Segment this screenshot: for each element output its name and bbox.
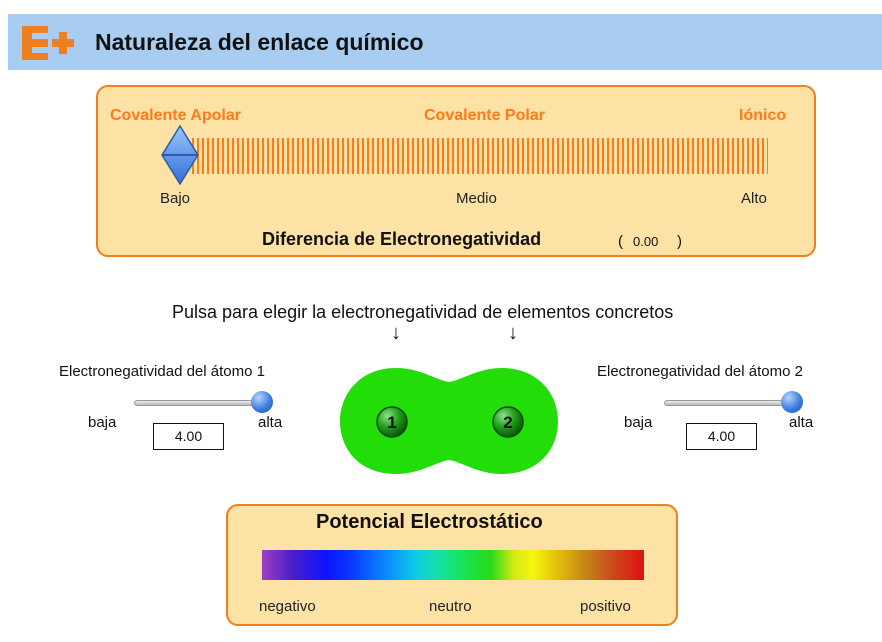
atom1-number: 1 (387, 413, 396, 432)
atom2-value-field[interactable]: 4.00 (686, 423, 757, 450)
atom2-high-label: alta (789, 414, 814, 431)
molecule-electron-cloud: 1 2 (340, 368, 558, 474)
arrow-down-icon: ↓ (508, 322, 518, 344)
atom1-slider-thumb[interactable] (251, 391, 273, 413)
electronegativity-difference-value: 0.00 (633, 234, 659, 249)
spectrum-negative-label: negativo (259, 598, 316, 615)
label-covalente-polar: Covalente Polar (424, 107, 545, 124)
scale-pointer-diamond-icon[interactable] (160, 124, 200, 186)
atom1-slider-track[interactable] (134, 400, 262, 406)
paren-close: ) (677, 233, 682, 250)
spectrum-positive-label: positivo (580, 598, 631, 615)
page-title: Naturaleza del enlace químico (95, 29, 424, 55)
atom2-low-label: baja (624, 414, 653, 431)
atom1-low-label: baja (88, 414, 117, 431)
e-plus-logo-icon (22, 26, 74, 60)
atom1-electronegativity-label: Electronegatividad del átomo 1 (59, 363, 265, 380)
arrow-down-icon: ↓ (391, 322, 401, 344)
label-ionico: Iónico (739, 107, 787, 124)
atom1-value-field[interactable]: 4.00 (153, 423, 224, 450)
electronegativity-scale-ticks (192, 138, 768, 174)
instruction-text: Pulsa para elegir la electronegatividad … (172, 302, 674, 322)
electronegativity-difference-label: Diferencia de Electronegatividad (262, 229, 542, 249)
potential-title: Potencial Electrostático (316, 511, 543, 533)
scale-low-label: Bajo (160, 190, 191, 207)
atom2-electronegativity-label: Electronegatividad del átomo 2 (597, 363, 803, 380)
atom1-high-label: alta (258, 414, 283, 431)
potential-color-spectrum (262, 550, 644, 580)
paren-open: ( (618, 233, 623, 250)
atom-1[interactable]: 1 (376, 406, 408, 438)
atom2-slider-thumb[interactable] (781, 391, 803, 413)
scale-high-label: Alto (741, 190, 767, 207)
spectrum-neutral-label: neutro (429, 598, 472, 615)
atom2-number: 2 (503, 413, 512, 432)
label-covalente-apolar: Covalente Apolar (110, 107, 241, 124)
atom-2[interactable]: 2 (492, 406, 524, 438)
scale-mid-label: Medio (456, 190, 497, 207)
title-bar: Naturaleza del enlace químico (0, 0, 882, 72)
atom2-slider-track[interactable] (664, 400, 792, 406)
